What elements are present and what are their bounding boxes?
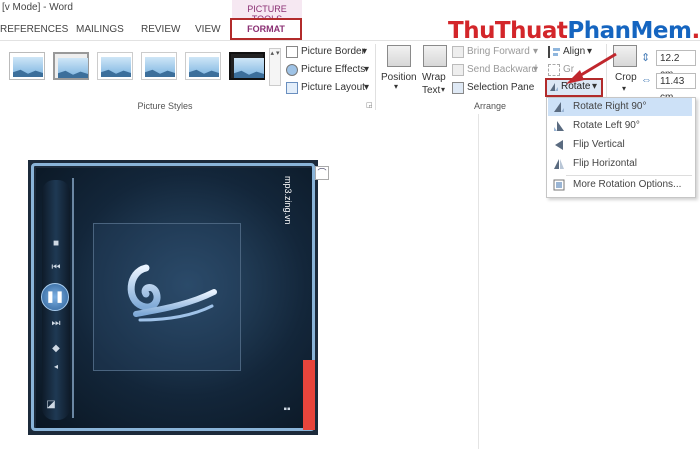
group-label-arrange: Arrange xyxy=(473,101,507,111)
crop-dropdown-icon[interactable]: ▾ xyxy=(622,84,626,93)
position-button[interactable]: Position xyxy=(381,72,417,83)
menu-item-rotate-right[interactable]: Rotate Right 90° xyxy=(548,98,692,116)
flip-vertical-icon xyxy=(553,139,565,151)
menu-item-label: Flip Horizontal xyxy=(573,158,637,169)
selection-pane-button[interactable]: Selection Pane xyxy=(467,82,534,93)
volume-icon: ◆ xyxy=(52,343,60,354)
picture-effects-dropdown-icon[interactable]: ▾ xyxy=(364,64,369,75)
bring-forward-dropdown-icon[interactable]: ▾ xyxy=(533,46,538,57)
stop-icon: ■ xyxy=(52,238,60,249)
selection-pane-icon xyxy=(452,82,464,94)
picture-effects-icon xyxy=(286,64,298,76)
group-label-picture-styles: Picture Styles xyxy=(137,101,193,111)
dialog-launcher-icon[interactable]: ◲ xyxy=(366,101,373,109)
window-title: [v Mode] - Word xyxy=(2,2,73,13)
group-icon xyxy=(548,64,560,76)
height-input[interactable]: 12.2 cm xyxy=(656,50,696,80)
picture-style-thumb[interactable] xyxy=(97,52,133,80)
layout-options-icon[interactable]: ⌒ xyxy=(315,166,329,180)
wrap-text-icon xyxy=(423,45,447,67)
menu-item-label: Rotate Left 90° xyxy=(573,120,640,131)
menu-item-rotate-left[interactable]: Rotate Left 90° xyxy=(548,117,692,135)
collapse-icon: ◂ xyxy=(53,362,58,371)
picture-style-thumb[interactable] xyxy=(229,52,265,80)
picture-caption: mp3.zing.vn xyxy=(283,176,293,225)
tab-mailings[interactable]: MAILINGS xyxy=(76,24,124,35)
picture-effects-button[interactable]: Picture Effects xyxy=(301,64,365,75)
watermark-logo: ThuThuatPhanMem.vn xyxy=(448,18,700,44)
title-bar xyxy=(0,0,700,18)
tab-view[interactable]: VIEW xyxy=(195,24,221,35)
menu-item-label: Flip Vertical xyxy=(573,139,625,150)
pointer-arrow-icon xyxy=(560,52,620,86)
rotate-left-icon xyxy=(553,120,565,132)
previous-icon: ⏮ xyxy=(51,262,61,273)
send-backward-icon xyxy=(452,64,464,76)
next-icon: ⏭ xyxy=(51,318,61,329)
player-seek-line xyxy=(72,178,74,418)
position-icon xyxy=(387,45,411,67)
style-preview-image xyxy=(58,58,88,78)
send-backward-dropdown-icon[interactable]: ▾ xyxy=(533,64,538,75)
style-preview-image xyxy=(234,58,264,78)
picture-layout-icon xyxy=(286,82,298,94)
switch-library-icon: ◪ xyxy=(46,399,56,410)
style-preview-image xyxy=(145,57,175,77)
tab-references[interactable]: REFERENCES xyxy=(0,24,68,35)
picture-style-thumb[interactable] xyxy=(53,52,89,80)
menu-item-flip-horizontal[interactable]: Flip Horizontal xyxy=(548,155,692,173)
more-options-icon xyxy=(553,179,565,191)
width-icon: ⇔ xyxy=(641,74,652,86)
picture-style-thumb[interactable] xyxy=(185,52,221,80)
style-preview-image xyxy=(189,57,219,77)
page-edge xyxy=(478,114,479,449)
mini-mode-icon: ▪▪ xyxy=(283,404,291,415)
close-bar xyxy=(303,360,315,430)
bring-forward-button[interactable]: Bring Forward xyxy=(467,46,530,57)
width-input[interactable]: 11.43 cm xyxy=(656,73,696,103)
rotate-right-icon xyxy=(553,101,565,113)
bring-forward-icon xyxy=(452,46,464,58)
position-dropdown-icon[interactable]: ▾ xyxy=(394,82,398,91)
wrap-text-button-line2: Text xyxy=(422,85,441,96)
style-preview-image xyxy=(13,57,43,77)
height-icon: ⇕ xyxy=(641,52,651,64)
gallery-scroll-arrows[interactable]: ▴ ▾ xyxy=(269,48,281,86)
menu-item-label: Rotate Right 90° xyxy=(573,101,647,112)
pause-icon: ❚❚ xyxy=(41,283,69,311)
menu-item-more-rotation-options[interactable]: More Rotation Options... xyxy=(548,176,692,194)
picture-layout-button[interactable]: Picture Layout xyxy=(301,82,365,93)
picture-layout-dropdown-icon[interactable]: ▾ xyxy=(364,82,369,93)
picture-border-button[interactable]: Picture Border xyxy=(301,46,365,57)
style-preview-image xyxy=(101,57,131,77)
wrap-text-dropdown-icon[interactable]: ▾ xyxy=(441,85,445,94)
zing-logo-icon xyxy=(126,262,222,342)
flip-horizontal-icon xyxy=(553,158,565,170)
tab-format[interactable]: FORMAT xyxy=(230,18,302,40)
align-icon xyxy=(548,46,560,58)
picture-border-icon xyxy=(286,46,298,58)
tab-review[interactable]: REVIEW xyxy=(141,24,180,35)
picture-style-thumb[interactable] xyxy=(9,52,45,80)
send-backward-button[interactable]: Send Backward xyxy=(467,64,537,75)
rotate-icon xyxy=(549,82,559,92)
picture-style-thumb[interactable] xyxy=(141,52,177,80)
group-separator xyxy=(375,44,376,110)
menu-item-flip-vertical[interactable]: Flip Vertical xyxy=(548,136,692,154)
menu-item-label: More Rotation Options... xyxy=(573,179,682,190)
wrap-text-button[interactable]: Wrap xyxy=(422,72,446,83)
picture-border-dropdown-icon[interactable]: ▾ xyxy=(362,46,367,57)
